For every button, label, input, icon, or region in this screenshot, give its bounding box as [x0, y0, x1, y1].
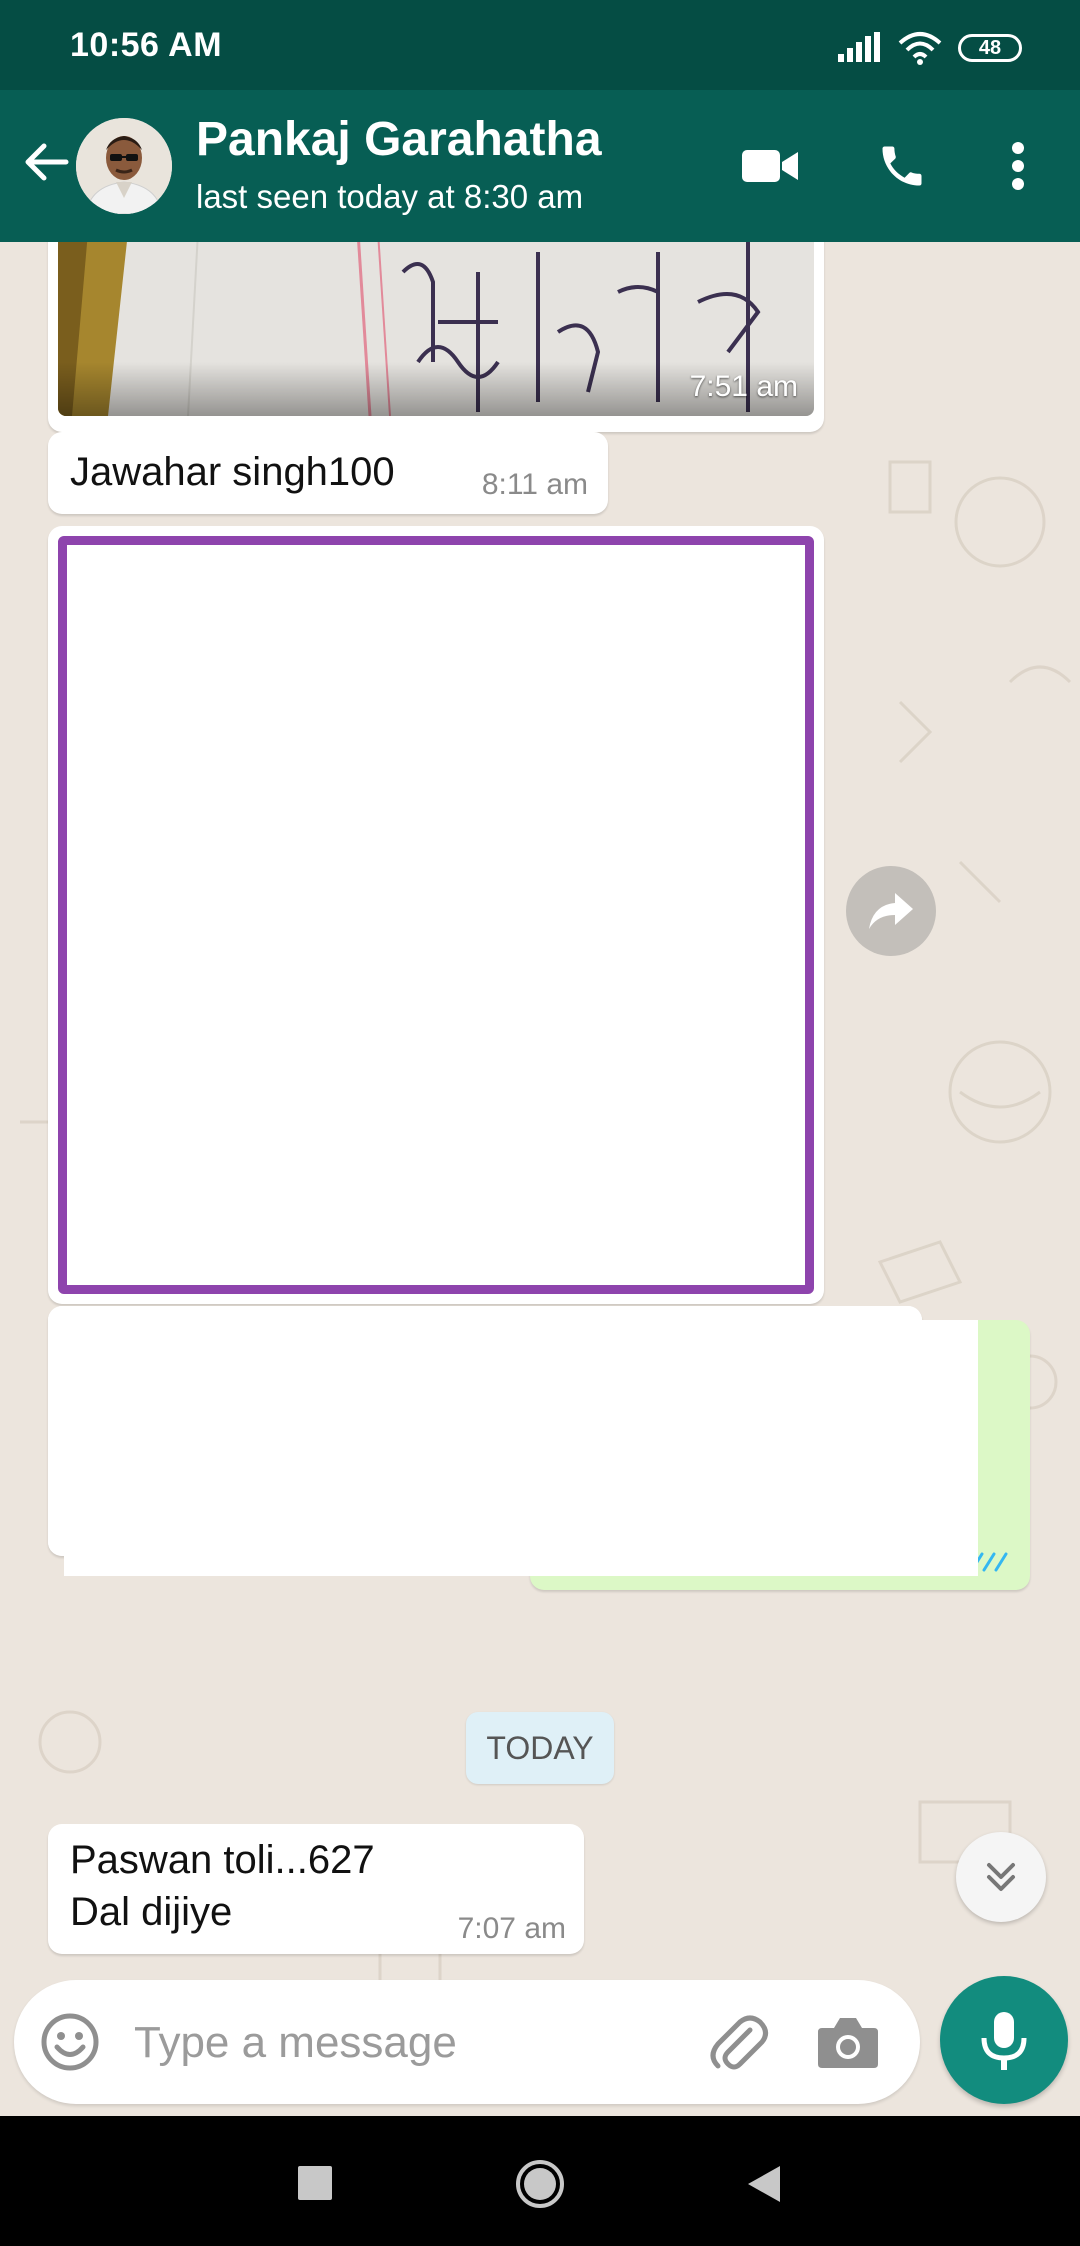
wifi-icon: [898, 32, 942, 65]
outgoing-image-content[interactable]: [64, 1320, 978, 1576]
mic-icon: [981, 2012, 1027, 2070]
more-options-icon: [1012, 142, 1024, 190]
battery-icon: 48: [958, 34, 1022, 62]
contact-name[interactable]: Pankaj Garahatha: [196, 112, 602, 167]
system-navigation-bar: [0, 2116, 1080, 2246]
voice-record-button[interactable]: [940, 1976, 1068, 2104]
attach-button[interactable]: [704, 2008, 772, 2076]
text-message[interactable]: Jawahar singh100 8:11 am: [48, 432, 608, 514]
message-text: Jawahar singh100: [70, 450, 395, 494]
back-nav-button[interactable]: [744, 2162, 784, 2206]
forward-button[interactable]: [846, 866, 936, 956]
avatar-photo: [76, 118, 172, 214]
message-composer: [14, 1980, 920, 2104]
message-input[interactable]: [132, 2010, 696, 2076]
image-timestamp: 7:51 am: [689, 370, 798, 403]
last-seen-status: last seen today at 8:30 am: [196, 178, 584, 215]
recents-button[interactable]: [298, 2166, 332, 2200]
voice-call-icon: [882, 146, 922, 186]
message-timestamp: 8:11 am: [481, 468, 588, 501]
video-call-icon: [742, 150, 798, 182]
signal-icon: [838, 32, 880, 62]
contact-avatar[interactable]: [76, 118, 172, 214]
attach-icon: [710, 2015, 768, 2070]
text-message[interactable]: Paswan toli...627 Dal dijiye 7:07 am: [48, 1824, 584, 1954]
chat-header: Pankaj Garahatha last seen today at 8:30…: [0, 90, 1080, 242]
message-image[interactable]: 7:51 am: [58, 242, 814, 416]
message-timestamp: 7:07 am: [457, 1912, 566, 1945]
video-call-button[interactable]: [730, 126, 810, 206]
more-options-button[interactable]: [978, 126, 1058, 206]
status-time: 10:56 AM: [70, 26, 223, 64]
scroll-to-bottom-button[interactable]: [956, 1832, 1046, 1922]
chat-area[interactable]: 7:51 am Jawahar singh100 8:11 am TODAY P…: [0, 242, 1080, 2115]
back-arrow-icon: [25, 143, 69, 181]
camera-button[interactable]: [814, 2010, 882, 2074]
date-divider: TODAY: [466, 1712, 614, 1784]
double-chevron-down-icon: [987, 1863, 1015, 1891]
status-icons: 48: [838, 28, 1022, 68]
home-circle-icon: [516, 2160, 564, 2208]
back-button[interactable]: [14, 126, 78, 198]
forward-icon: [869, 893, 913, 929]
status-bar: 10:56 AM 48: [0, 0, 1080, 90]
emoji-icon: [41, 2013, 99, 2071]
image-message[interactable]: 7:51 am: [48, 242, 824, 432]
voice-call-button[interactable]: [862, 126, 942, 206]
back-triangle-icon: [748, 2166, 780, 2202]
message-line-1: Paswan toli...627: [70, 1838, 375, 1882]
emoji-button[interactable]: [38, 2010, 102, 2074]
message-image[interactable]: [58, 536, 814, 1294]
message-line-2: Dal dijiye: [70, 1890, 233, 1934]
camera-icon: [818, 2018, 878, 2068]
image-message[interactable]: [48, 526, 824, 1304]
home-button[interactable]: [514, 2158, 566, 2210]
battery-level: 48: [978, 36, 1002, 59]
